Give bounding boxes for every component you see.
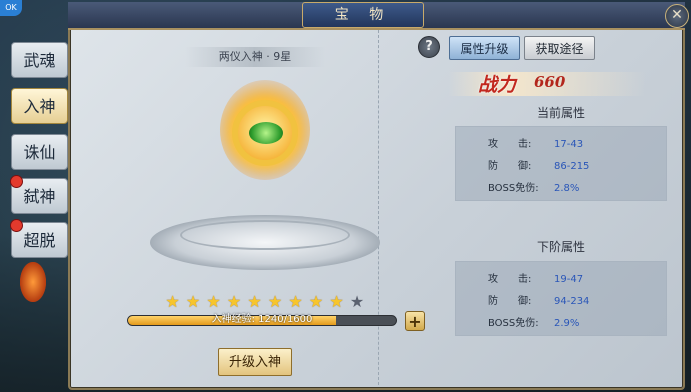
panel-divider: [378, 30, 379, 385]
stat-value: 94-234: [554, 296, 590, 307]
star-filled-icon: ★: [267, 292, 283, 311]
star-empty-icon: ★: [349, 292, 365, 311]
stat-label: BOSS免伤:: [488, 183, 539, 194]
star-filled-icon: ★: [247, 292, 262, 311]
tab-rushen[interactable]: 入神: [11, 88, 68, 124]
star-filled-icon: ★: [329, 292, 344, 311]
stat-label: 攻 击:: [488, 139, 532, 150]
power-value: 660: [534, 73, 566, 91]
stat-label: 攻 击:: [488, 274, 532, 285]
stat-value: 17-43: [554, 139, 584, 150]
altar-ring: [180, 220, 350, 250]
next-attributes-title: 下阶属性: [536, 240, 585, 254]
tab-shishen[interactable]: 弑神: [10, 175, 68, 214]
stat-label: BOSS免伤:: [488, 318, 539, 329]
add-exp-button[interactable]: +: [405, 311, 425, 331]
window-title: 宝 物: [302, 2, 424, 28]
star-filled-icon: ★: [308, 292, 324, 311]
close-icon: ✕: [671, 7, 683, 23]
upgrade-button[interactable]: 升级入神: [218, 348, 292, 376]
star-filled-icon: ★: [165, 292, 180, 311]
tab-zhuxian[interactable]: 诛仙: [11, 134, 68, 170]
stat-value: 19-47: [554, 274, 584, 285]
exp-label: 入神经验: 1240/1600: [211, 314, 313, 325]
star-filled-icon: ★: [288, 292, 303, 311]
stat-label: 防 御:: [488, 161, 532, 172]
corner-badge[interactable]: OK: [0, 0, 22, 16]
star-filled-icon: ★: [206, 292, 221, 311]
stat-value: 2.9%: [554, 318, 580, 329]
stat-value: 2.8%: [554, 183, 580, 194]
item-name: 两仪入神 · 9星: [185, 47, 325, 67]
star-filled-icon: ★: [185, 292, 201, 311]
stat-value: 86-215: [554, 161, 590, 172]
tab-attribute-upgrade[interactable]: 属性升级: [449, 36, 520, 60]
tab-wuhun[interactable]: 武魂: [11, 42, 68, 78]
stat-label: 防 御:: [488, 296, 532, 307]
lantern-decoration: [20, 262, 46, 302]
close-button[interactable]: ✕: [665, 4, 689, 28]
current-attributes-title: 当前属性: [536, 106, 585, 120]
help-button[interactable]: ?: [418, 36, 440, 58]
tab-obtain-ways[interactable]: 获取途径: [524, 36, 595, 60]
treasure-jade-icon: [249, 122, 283, 144]
star-filled-icon: ★: [226, 292, 242, 311]
star-rating: ★ ★ ★ ★ ★ ★ ★ ★ ★ ★: [164, 293, 366, 311]
power-label: 战力: [478, 74, 517, 96]
tab-chaotuo[interactable]: 超脱: [10, 219, 68, 258]
